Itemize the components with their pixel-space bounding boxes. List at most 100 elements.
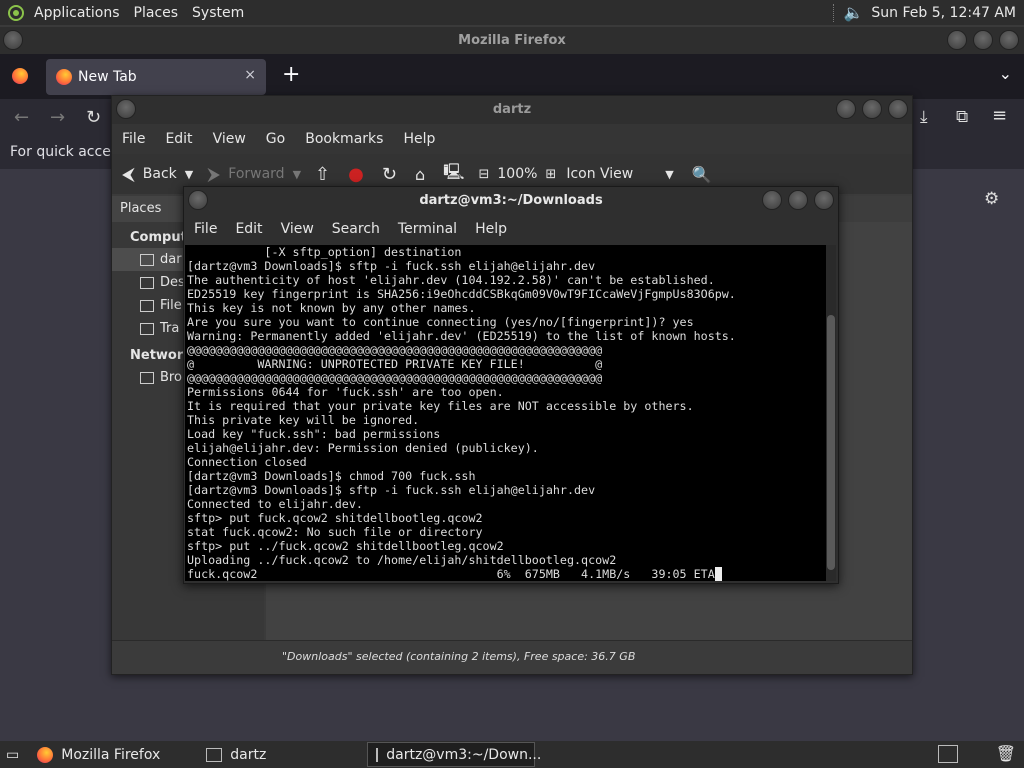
search-icon[interactable]: 🔍 bbox=[692, 165, 712, 184]
terminal-menu-view[interactable]: View bbox=[281, 221, 314, 237]
taskbar-item-dartz[interactable]: dartz bbox=[198, 742, 363, 767]
back-history-chevron-down-icon[interactable]: ▼ bbox=[185, 168, 193, 181]
firefox-icon bbox=[37, 746, 54, 763]
status-bar: "Downloads" selected (containing 2 items… bbox=[112, 640, 912, 674]
back-arrow-icon[interactable]: ⮜ bbox=[122, 164, 135, 185]
terminal-line: Uploading ../fuck.qcow2 to /home/elijah/… bbox=[187, 553, 617, 567]
terminal-menu-help[interactable]: Help bbox=[475, 221, 507, 237]
desktop-folder-icon bbox=[140, 276, 154, 289]
show-desktop-icon[interactable]: ▭ bbox=[6, 747, 19, 763]
terminal-menu-terminal[interactable]: Terminal bbox=[398, 221, 457, 237]
firefox-view-icon[interactable] bbox=[12, 68, 28, 84]
forward-button[interactable]: Forward bbox=[228, 166, 284, 182]
fm-menu-bookmarks[interactable]: Bookmarks bbox=[305, 131, 383, 147]
terminal-menu-search[interactable]: Search bbox=[332, 221, 380, 237]
terminal-line: [dartz@vm3 Downloads]$ chmod 700 fuck.ss… bbox=[187, 469, 476, 483]
workspace-switcher-icon[interactable] bbox=[938, 745, 958, 763]
filesystem-icon bbox=[140, 299, 154, 312]
terminal-line: Are you sure you want to continue connec… bbox=[187, 315, 694, 329]
terminal-line: Permissions 0644 for 'fuck.ssh' are too … bbox=[187, 385, 504, 399]
extensions-icon[interactable]: ⧉ bbox=[956, 107, 968, 127]
terminal-scrollbar-thumb[interactable] bbox=[827, 315, 835, 570]
reload-icon[interactable]: ↻ bbox=[86, 107, 101, 128]
fm-menu-edit[interactable]: Edit bbox=[165, 131, 192, 147]
terminal-close-button[interactable] bbox=[814, 190, 834, 210]
clock[interactable]: Sun Feb 5, 12:47 AM bbox=[871, 5, 1016, 21]
terminal-menubar: File Edit View Search Terminal Help bbox=[184, 214, 838, 244]
zoom-level[interactable]: 100% bbox=[497, 166, 537, 182]
sidebar-item-label: Tra bbox=[160, 321, 180, 336]
hamburger-menu-icon[interactable]: ≡ bbox=[992, 105, 1007, 126]
zoom-out-icon[interactable]: ⊟ bbox=[478, 167, 489, 182]
downloads-icon[interactable]: ⤓ bbox=[920, 107, 928, 127]
reload-icon[interactable]: ↻ bbox=[382, 164, 397, 185]
computer-icon[interactable]: 🖳 bbox=[443, 161, 464, 188]
file-manager-menubar: File Edit View Go Bookmarks Help bbox=[112, 124, 912, 154]
up-arrow-icon[interactable]: ⇧ bbox=[315, 164, 330, 185]
file-manager-titlebar[interactable]: dartz bbox=[112, 96, 912, 124]
terminal-scrollbar[interactable] bbox=[826, 245, 836, 581]
view-mode-select[interactable]: Icon View bbox=[566, 166, 633, 182]
terminal-window-menu-button[interactable] bbox=[188, 190, 208, 210]
firefox-titlebar[interactable]: Mozilla Firefox bbox=[0, 27, 1024, 54]
new-tab-button[interactable]: + bbox=[282, 62, 300, 87]
terminal-screen[interactable]: [-X sftp_option] destination [dartz@vm3 … bbox=[185, 245, 827, 581]
firefox-minimize-button[interactable] bbox=[947, 30, 967, 50]
back-arrow-icon[interactable]: ← bbox=[14, 107, 29, 128]
terminal-menu-file[interactable]: File bbox=[194, 221, 217, 237]
top-right-tray: 🔈 Sun Feb 5, 12:47 AM bbox=[833, 0, 1016, 25]
terminal-icon bbox=[376, 747, 379, 762]
taskbar-item-label: dartz bbox=[230, 746, 267, 763]
terminal-progress-line: fuck.qcow2 6% 675MB 4.1MB/s 39:05 ETA bbox=[187, 567, 715, 581]
zoom-in-icon[interactable]: ⊞ bbox=[545, 167, 556, 182]
terminal-menu-edit[interactable]: Edit bbox=[235, 221, 262, 237]
trash-icon[interactable]: 🗑 bbox=[996, 744, 1016, 763]
terminal-line: sftp> put fuck.qcow2 shitdellbootleg.qco… bbox=[187, 511, 483, 525]
taskbar-item-label: Mozilla Firefox bbox=[61, 746, 161, 763]
terminal-line: Load key "fuck.ssh": bad permissions bbox=[187, 427, 441, 441]
back-button[interactable]: Back bbox=[143, 166, 177, 182]
top-panel: Applications Places System 🔈 Sun Feb 5, … bbox=[0, 0, 1024, 25]
fm-window-menu-button[interactable] bbox=[116, 99, 136, 119]
fm-close-button[interactable] bbox=[888, 99, 908, 119]
volume-icon[interactable]: 🔈 bbox=[843, 3, 863, 22]
terminal-minimize-button[interactable] bbox=[762, 190, 782, 210]
forward-history-chevron-down-icon[interactable]: ▼ bbox=[293, 168, 301, 181]
firefox-window-menu-button[interactable] bbox=[3, 30, 23, 50]
list-tabs-chevron-down-icon[interactable]: ⌄ bbox=[999, 64, 1012, 83]
fm-menu-view[interactable]: View bbox=[213, 131, 246, 147]
terminal-line: Warning: Permanently added 'elijahr.dev'… bbox=[187, 329, 736, 343]
terminal-line: [dartz@vm3 Downloads]$ sftp -i fuck.ssh … bbox=[187, 483, 596, 497]
fm-maximize-button[interactable] bbox=[862, 99, 882, 119]
terminal-line: This key is not known by any other names… bbox=[187, 301, 476, 315]
firefox-close-button[interactable] bbox=[999, 30, 1019, 50]
terminal-line: The authenticity of host 'elijahr.dev (1… bbox=[187, 273, 715, 287]
fm-menu-help[interactable]: Help bbox=[403, 131, 435, 147]
terminal-line: elijah@elijahr.dev: Permission denied (p… bbox=[187, 441, 539, 455]
applications-menu[interactable]: Applications bbox=[34, 5, 120, 21]
stop-icon[interactable]: ● bbox=[348, 164, 364, 185]
terminal-titlebar[interactable]: dartz@vm3:~/Downloads bbox=[184, 187, 838, 214]
fm-minimize-button[interactable] bbox=[836, 99, 856, 119]
taskbar-item-firefox[interactable]: Mozilla Firefox bbox=[29, 742, 194, 767]
fm-menu-go[interactable]: Go bbox=[266, 131, 285, 147]
forward-arrow-icon[interactable]: → bbox=[50, 107, 65, 128]
home-folder-icon[interactable]: ⌂ bbox=[415, 165, 425, 184]
terminal-window: dartz@vm3:~/Downloads File Edit View Sea… bbox=[183, 186, 839, 584]
mate-logo-icon[interactable] bbox=[8, 4, 24, 21]
view-mode-chevron-down-icon[interactable]: ▼ bbox=[665, 168, 673, 181]
tab-new-tab[interactable]: New Tab × bbox=[46, 59, 266, 95]
places-menu[interactable]: Places bbox=[134, 5, 179, 21]
settings-gear-icon[interactable]: ⚙ bbox=[984, 189, 999, 209]
terminal-cursor bbox=[714, 567, 722, 581]
fm-menu-file[interactable]: File bbox=[122, 131, 145, 147]
terminal-line: @ WARNING: UNPROTECTED PRIVATE KEY FILE!… bbox=[187, 357, 603, 371]
forward-arrow-icon[interactable]: ⮞ bbox=[207, 164, 220, 185]
system-menu[interactable]: System bbox=[192, 5, 244, 21]
firefox-maximize-button[interactable] bbox=[973, 30, 993, 50]
terminal-maximize-button[interactable] bbox=[788, 190, 808, 210]
terminal-output: [-X sftp_option] destination [dartz@vm3 … bbox=[187, 245, 827, 567]
tab-close-icon[interactable]: × bbox=[244, 67, 256, 83]
taskbar-item-terminal[interactable]: dartz@vm3:~/Down... bbox=[367, 742, 541, 767]
terminal-line: ED25519 key fingerprint is SHA256:i9eOhc… bbox=[187, 287, 736, 301]
